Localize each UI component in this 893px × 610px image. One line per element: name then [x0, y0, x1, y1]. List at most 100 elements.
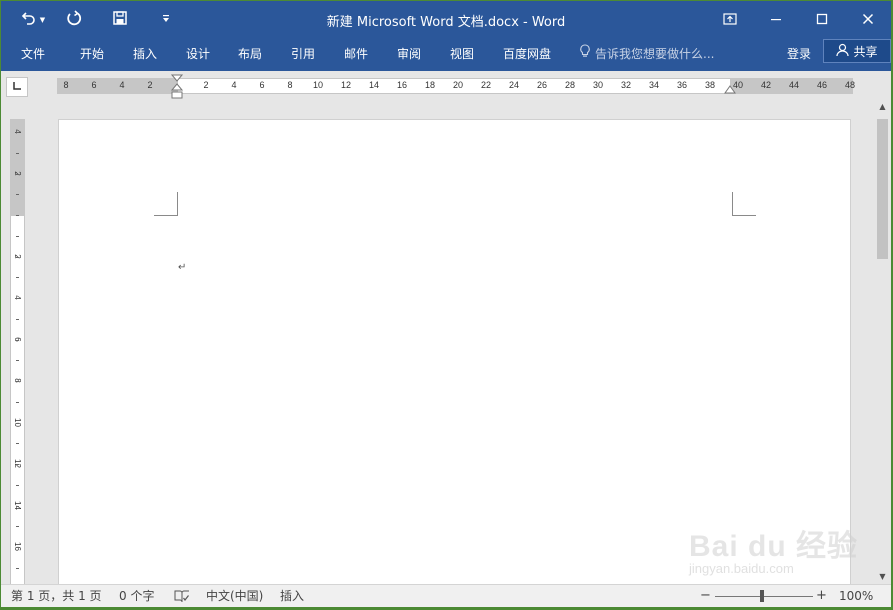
ruler-number: 10: [312, 80, 323, 90]
customize-toolbar-icon: [161, 14, 171, 26]
ruler-number: 6: [259, 80, 265, 90]
ruler-number: 34: [648, 80, 659, 90]
login-button[interactable]: 登录: [787, 44, 811, 64]
word-window: ▼ 新建 Microsoft Word 文档.docx - Word 文件 开始…: [1, 1, 891, 607]
close-icon: [862, 11, 874, 29]
maximize-button[interactable]: [799, 1, 845, 39]
ruler-tick: [16, 464, 19, 465]
tab-layout[interactable]: 布局: [236, 44, 264, 64]
baidu-jingyan-watermark: Bai du 经验 jingyan.baidu.com: [681, 521, 881, 581]
tab-view[interactable]: 视图: [448, 44, 476, 64]
undo-icon: [21, 10, 37, 30]
vertical-ruler[interactable]: 42246810121416: [10, 119, 25, 585]
page-count[interactable]: 第 1 页，共 1 页: [11, 588, 102, 604]
ruler-tick: [16, 339, 19, 341]
zoom-level[interactable]: 100%: [839, 588, 873, 604]
save-button[interactable]: [107, 7, 133, 33]
share-button[interactable]: 共享: [823, 39, 891, 63]
ruler-number: 30: [592, 80, 603, 90]
ruler-tick: [16, 235, 19, 237]
zoom-in-button[interactable]: +: [816, 588, 827, 604]
ruler-number: 36: [676, 80, 687, 90]
tab-mailings[interactable]: 邮件: [342, 44, 370, 64]
document-page[interactable]: ↵: [58, 119, 851, 589]
ruler-number: 8: [287, 80, 293, 90]
ruler-tick: [16, 152, 19, 154]
word-count[interactable]: 0 个字: [119, 588, 154, 604]
ruler-tick: [16, 215, 19, 216]
ruler-tick: [16, 360, 19, 362]
tab-review[interactable]: 审阅: [395, 44, 423, 64]
tab-selector[interactable]: [6, 77, 28, 97]
ruler-tick: [16, 567, 19, 569]
crop-mark-top-left: [154, 192, 178, 216]
zoom-slider-thumb[interactable]: [760, 590, 764, 602]
tab-baidu-netdisk[interactable]: 百度网盘: [501, 44, 553, 64]
ruler-number: 38: [704, 80, 715, 90]
ruler-number: 32: [620, 80, 631, 90]
ruler-number: 14: [368, 80, 379, 90]
ribbon-display-options-button[interactable]: [707, 1, 753, 39]
ruler-number: 2: [203, 80, 209, 90]
ruler-tick: [16, 194, 19, 196]
ruler-tick: [16, 401, 19, 403]
share-label: 共享: [853, 44, 878, 59]
ruler-tick: [16, 526, 19, 528]
first-line-indent-marker[interactable]: [170, 74, 184, 105]
paragraph-mark: ↵: [178, 262, 187, 273]
ruler-number: 8: [63, 80, 69, 90]
tab-references[interactable]: 引用: [289, 44, 317, 64]
ruler-tick: [16, 298, 19, 299]
ruler-tick: [16, 277, 19, 279]
zoom-out-button[interactable]: −: [700, 588, 711, 604]
ruler-number: 2: [147, 80, 153, 90]
maximize-icon: [816, 11, 828, 29]
tab-design[interactable]: 设计: [184, 44, 212, 64]
ruler-number: 18: [424, 80, 435, 90]
ruler-tick: [16, 318, 19, 320]
close-button[interactable]: [845, 1, 891, 39]
zoom-slider-track[interactable]: [715, 596, 813, 597]
ruler-number: 24: [508, 80, 519, 90]
minimize-button[interactable]: [753, 1, 799, 39]
right-indent-marker[interactable]: [724, 84, 736, 99]
ruler-tick: [16, 132, 19, 133]
ruler-tick: [16, 381, 19, 382]
undo-button[interactable]: ▼: [15, 7, 51, 33]
ruler-number: 22: [480, 80, 491, 90]
ruler-tick: [16, 173, 19, 175]
chevron-up-icon: ▲: [879, 101, 886, 111]
redo-button[interactable]: [61, 7, 87, 33]
ribbon-display-options-icon: [723, 11, 737, 29]
tab-home[interactable]: 开始: [78, 44, 106, 64]
ruler-number: 42: [760, 80, 771, 90]
chevron-down-icon[interactable]: ▼: [40, 16, 45, 24]
ruler-tick: [16, 443, 19, 445]
ruler-number: 4: [119, 80, 125, 90]
lightbulb-icon: [579, 44, 591, 64]
tell-me-text: 告诉我您想要做什么...: [595, 47, 715, 61]
ruler-number: 12: [340, 80, 351, 90]
ruler-number: 20: [452, 80, 463, 90]
insert-mode-indicator[interactable]: 插入: [280, 588, 304, 604]
ruler-number: 28: [564, 80, 575, 90]
ruler-number: 6: [91, 80, 97, 90]
minimize-icon: [770, 11, 782, 29]
scroll-up-button[interactable]: ▲: [874, 99, 891, 113]
vertical-scrollbar[interactable]: ▲ ▼: [874, 99, 891, 583]
ruler-tick: [16, 547, 19, 548]
language-indicator[interactable]: 中文(中国): [206, 588, 263, 604]
ruler-tick: [16, 422, 19, 424]
customize-toolbar-button[interactable]: [155, 7, 177, 33]
watermark-logo: Bai du 经验: [689, 530, 859, 563]
proofing-icon[interactable]: [174, 589, 190, 607]
tab-insert[interactable]: 插入: [131, 44, 159, 64]
ruler-tick: [16, 256, 19, 258]
ruler-tick: [16, 484, 19, 486]
ruler-number: 26: [536, 80, 547, 90]
tell-me-search[interactable]: 告诉我您想要做什么...: [579, 44, 714, 64]
tab-file[interactable]: 文件: [19, 44, 47, 64]
scroll-thumb[interactable]: [877, 119, 888, 259]
ruler-number: 4: [231, 80, 237, 90]
status-bar: 第 1 页，共 1 页 0 个字 中文(中国) 插入 − + 100%: [1, 584, 891, 607]
